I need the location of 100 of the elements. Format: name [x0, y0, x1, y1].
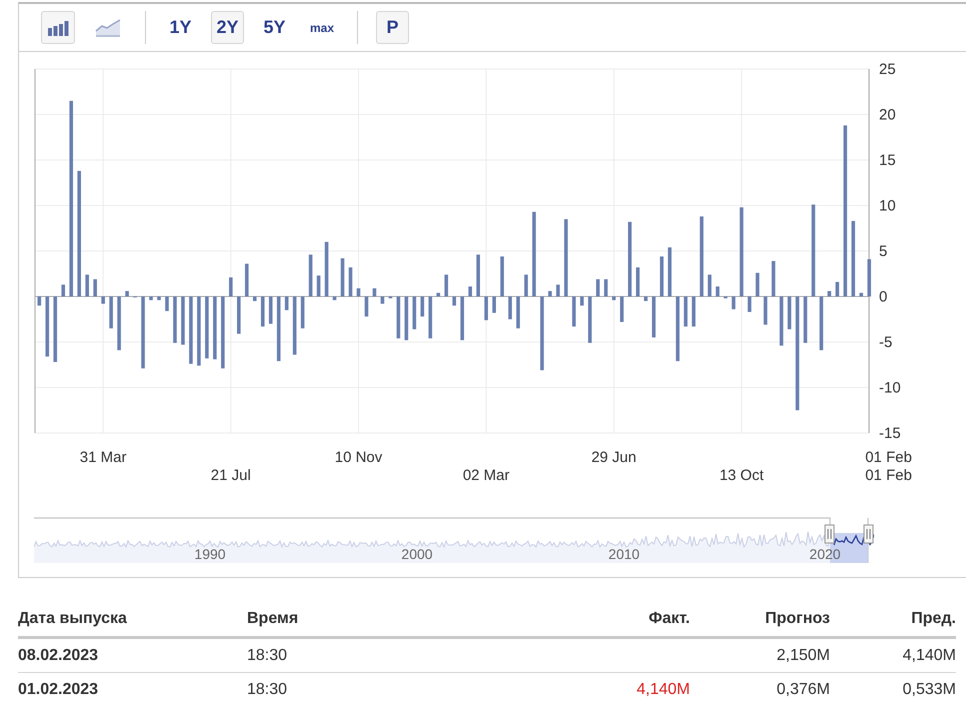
- year-label: 2010: [608, 546, 640, 562]
- navigator-panel[interactable]: 1990 2000 2010 2020: [34, 517, 874, 565]
- bar: [652, 296, 656, 338]
- bar: [165, 296, 169, 312]
- bar: [324, 242, 328, 296]
- bar: [244, 264, 249, 296]
- bar: [588, 296, 592, 343]
- year-label: 1990: [194, 546, 226, 562]
- bar: [756, 272, 760, 296]
- y-axis-label: 0: [879, 288, 888, 306]
- x-axis-label: 31 Mar: [80, 449, 126, 466]
- x-axis-label: 29 Jun: [591, 449, 636, 466]
- bar: [348, 267, 352, 296]
- bar: [181, 296, 185, 345]
- bar: [468, 286, 472, 296]
- bar: [316, 276, 320, 296]
- bar: [660, 256, 664, 296]
- bar: [644, 296, 648, 302]
- bar: [668, 247, 672, 296]
- bar: [252, 296, 257, 302]
- range-handle[interactable]: [864, 524, 874, 544]
- bar: [859, 292, 864, 296]
- bar: [692, 296, 696, 327]
- bar: [556, 284, 560, 296]
- bar: [508, 296, 512, 320]
- bar: [548, 291, 552, 296]
- bar: [436, 292, 440, 296]
- bar: [157, 296, 161, 300]
- y-axis-label: 5: [879, 243, 888, 260]
- bar: [340, 258, 344, 296]
- bar: [516, 296, 520, 328]
- bar: [444, 274, 448, 296]
- bar: [117, 296, 121, 350]
- x-axis-label: 13 Oct: [719, 467, 764, 484]
- bar: [260, 296, 265, 327]
- bar-chart-icon: [47, 20, 69, 36]
- x-axis-label: 01 Feb: [865, 449, 912, 466]
- bar: [788, 296, 792, 330]
- table-cell-text: 4,140M: [902, 646, 956, 664]
- bar: [237, 296, 241, 334]
- column-header: Прогноз: [764, 610, 830, 628]
- y-axis-label: 10: [879, 198, 896, 214]
- bar: [173, 296, 177, 343]
- table-cell-text: 0,376M: [776, 680, 830, 698]
- bar: [836, 282, 840, 296]
- bar: [364, 296, 368, 317]
- bar: [772, 261, 776, 296]
- bar: [867, 259, 872, 296]
- print-button[interactable]: P: [376, 11, 410, 44]
- column-header: Факт.: [648, 610, 690, 628]
- bar: [149, 296, 153, 300]
- bar: [572, 296, 576, 327]
- bar: [205, 296, 209, 358]
- bar: [125, 291, 129, 296]
- bar: [748, 296, 752, 312]
- bar: [141, 296, 145, 368]
- bar: [636, 267, 640, 296]
- x-axis-label: 01 Feb: [865, 467, 912, 484]
- bar: [284, 296, 288, 310]
- bar: [396, 296, 400, 338]
- bar: [428, 296, 432, 338]
- column-header: Время: [247, 610, 300, 628]
- area-chart-icon: [95, 18, 121, 36]
- column-header: Пред.: [910, 610, 956, 628]
- bar: [420, 296, 424, 317]
- table-cell-text: 08.02.2023: [18, 646, 100, 664]
- bar: [524, 274, 528, 296]
- bar: [53, 296, 58, 362]
- bar: [61, 284, 66, 296]
- bar: [620, 296, 624, 322]
- bar-chart-button[interactable]: [41, 11, 75, 44]
- bar: [404, 296, 408, 340]
- bar: [684, 296, 688, 327]
- bar: [292, 296, 296, 355]
- bar: [460, 296, 464, 340]
- table-cell-text: 01.02.2023: [18, 680, 100, 698]
- bar: [764, 296, 768, 325]
- bar: [38, 296, 42, 306]
- bar: [452, 296, 456, 306]
- table-cell: 4,140M: [636, 680, 690, 698]
- y-axis-label: -15: [879, 425, 901, 442]
- bar: [229, 277, 233, 296]
- y-axis-label: 25: [879, 61, 896, 78]
- bar: [500, 256, 504, 296]
- bar: [612, 296, 616, 300]
- column-header: Дата выпуска: [18, 610, 128, 628]
- year-label: 2020: [809, 546, 841, 562]
- bar: [268, 296, 273, 324]
- bar: [412, 296, 416, 330]
- bar: [300, 296, 304, 328]
- bar: [356, 288, 360, 296]
- x-axis-label: 02 Mar: [462, 467, 510, 484]
- bar: [780, 296, 784, 346]
- bar: [708, 274, 712, 296]
- x-axis-label: 10 Nov: [334, 449, 382, 466]
- x-axis-label: 21 Jul: [210, 467, 251, 484]
- range-handle[interactable]: [824, 524, 834, 544]
- bar: [221, 296, 225, 368]
- bar: [492, 296, 496, 313]
- range-button[interactable]: 2Y: [211, 11, 244, 44]
